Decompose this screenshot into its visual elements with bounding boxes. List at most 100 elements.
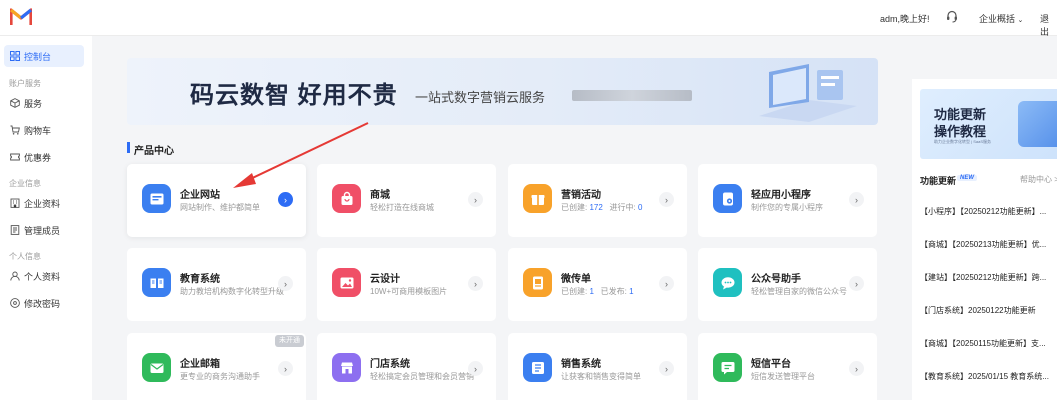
website-icon — [142, 184, 171, 213]
document-icon — [10, 225, 20, 235]
sidebar-item-services[interactable]: 服务 — [4, 92, 84, 114]
card-arrow-button[interactable]: › — [468, 276, 483, 291]
sidebar: 控制台 账户服务 服务 购物车 优惠券 企业信息 企业资料 管理成员 个人信息 … — [0, 36, 92, 400]
list-icon — [523, 353, 552, 382]
sidebar-item-cart[interactable]: 购物车 — [4, 119, 84, 141]
product-center-title: 产品中心 — [134, 146, 174, 157]
card-description: 更专业的商务沟通助手 — [180, 372, 260, 381]
card-description: 制作您的专属小程序 — [751, 203, 823, 212]
product-card-enterprise-mail[interactable]: 未开通 企业邮箱 更专业的商务沟通助手 › — [127, 333, 306, 400]
sidebar-section-account: 账户服务 — [9, 79, 41, 88]
card-title: 营销活动 — [561, 190, 601, 201]
mail-icon — [142, 353, 171, 382]
card-description: 10W+可商用模板图片 — [370, 287, 448, 296]
product-card-marketing[interactable]: 营销活动 已创建: 172 进行中: 0 › — [508, 164, 687, 237]
update-item[interactable]: 【建站】【20250212功能更新】跨... — [920, 272, 1057, 283]
sidebar-item-dashboard[interactable]: 控制台 — [4, 45, 84, 67]
card-arrow-button[interactable]: › — [278, 361, 293, 376]
update-item[interactable]: 【商城】【20250115功能更新】支... — [920, 338, 1057, 349]
card-description: 轻松搞定会员管理和会员营销 — [370, 372, 474, 381]
banner-subline: 一站式数字营销云服务 — [415, 90, 546, 105]
card-title: 微传单 — [561, 274, 591, 285]
card-arrow-button[interactable]: › — [278, 276, 293, 291]
sidebar-item-label: 企业资料 — [24, 198, 61, 209]
card-arrow-button[interactable]: › — [849, 276, 864, 291]
product-card-website[interactable]: 企业网站 网站制作、维护都简单 › — [127, 164, 306, 237]
store-icon — [332, 353, 361, 382]
lock-circle-icon — [10, 298, 20, 308]
sidebar-item-label: 购物车 — [24, 125, 52, 136]
update-item[interactable]: 【门店系统】20250122功能更新 — [920, 305, 1057, 316]
sidebar-item-enterprise-profile[interactable]: 企业资料 — [4, 192, 84, 214]
updates-heading: 功能更新 — [920, 176, 957, 186]
card-description: 网站制作、维护都简单 — [180, 203, 260, 212]
sms-icon — [713, 353, 742, 382]
update-item[interactable]: 【教育系统】2025/01/15 教育系统... — [920, 371, 1057, 382]
product-card-mini-program[interactable]: 轻应用小程序 制作您的专属小程序 › — [698, 164, 877, 237]
product-card-sms-platform[interactable]: 短信平台 短信发送管理平台 › — [698, 333, 877, 400]
sidebar-item-label: 控制台 — [24, 51, 52, 62]
section-accent-bar — [127, 142, 130, 153]
card-arrow-button[interactable]: › — [849, 361, 864, 376]
enterprise-overview-menu[interactable]: 企业概括 ⌄ — [979, 12, 1023, 25]
published-label: 已发布: — [600, 287, 627, 296]
promo-small-text: 助力企业数字化转型 | SaaS服务 — [934, 139, 992, 144]
top-bar: adm,晚上好! 企业概括 ⌄ 退出 — [0, 0, 1057, 38]
new-badge: NEW — [957, 175, 977, 181]
sidebar-item-label: 服务 — [24, 98, 43, 109]
promo-title-2: 操作教程 — [934, 124, 987, 139]
card-arrow-button[interactable]: › — [849, 192, 864, 207]
flyer-icon — [523, 268, 552, 297]
tutorial-illustration-icon — [1018, 101, 1057, 147]
product-card-mall[interactable]: 商城 轻松打造在线商城 › — [317, 164, 496, 237]
headset-icon[interactable] — [946, 10, 958, 23]
update-item[interactable]: 【商城】【20250213功能更新】优... — [920, 239, 1057, 250]
help-center-link[interactable]: 帮助中心 > — [1020, 174, 1057, 185]
product-card-store-system[interactable]: 门店系统 轻松搞定会员管理和会员营销 › — [317, 333, 496, 400]
product-card-flyer[interactable]: 微传单 已创建: 1 已发布: 1 › — [508, 248, 687, 321]
running-count: 0 — [637, 203, 643, 212]
sidebar-item-personal-profile[interactable]: 个人资料 — [4, 265, 84, 287]
coupon-icon — [10, 153, 20, 161]
logout-link[interactable]: 退出 — [1040, 12, 1057, 38]
sidebar-item-label: 优惠券 — [24, 152, 52, 163]
product-card-sales-system[interactable]: 销售系统 让获客和销售变得简单 › — [508, 333, 687, 400]
sidebar-item-label: 个人资料 — [24, 271, 61, 282]
mini-program-icon — [713, 184, 742, 213]
brand-logo-icon[interactable] — [10, 8, 32, 26]
card-title: 企业邮箱 — [180, 359, 220, 370]
tutorial-promo-banner[interactable]: 功能更新 操作教程 助力企业数字化转型 | SaaS服务 — [920, 89, 1057, 159]
card-arrow-button[interactable]: › — [278, 192, 293, 207]
product-card-education[interactable]: 教育系统 助力教培机构数字化转型升级 › — [127, 248, 306, 321]
card-arrow-button[interactable]: › — [659, 192, 674, 207]
update-item[interactable]: 【小程序】【20250212功能更新】... — [920, 206, 1057, 217]
created-count: 172 — [589, 203, 603, 212]
promo-banner[interactable]: 码云数智 好用不贵 一站式数字营销云服务 — [127, 58, 878, 125]
card-arrow-button[interactable]: › — [468, 192, 483, 207]
card-description: 轻松管理自家的微信公众号 — [751, 287, 847, 296]
product-card-wechat-assistant[interactable]: 公众号助手 轻松管理自家的微信公众号 › — [698, 248, 877, 321]
chevron-down-icon: ⌄ — [1017, 17, 1024, 24]
shopping-bag-icon — [332, 184, 361, 213]
card-arrow-button[interactable]: › — [468, 361, 483, 376]
cube-icon — [10, 98, 20, 108]
card-title: 云设计 — [370, 274, 400, 285]
card-arrow-button[interactable]: › — [659, 276, 674, 291]
sidebar-section-personal: 个人信息 — [9, 252, 41, 261]
sidebar-item-change-password[interactable]: 修改密码 — [4, 292, 84, 314]
gift-icon — [523, 184, 552, 213]
building-icon — [10, 198, 20, 208]
banner-blurred-text — [572, 90, 692, 101]
card-description: 让获客和销售变得简单 — [561, 372, 641, 381]
card-title: 销售系统 — [561, 359, 601, 370]
user-greeting: adm,晚上好! — [880, 14, 930, 24]
card-stats: 已创建: 172 进行中: 0 — [561, 202, 642, 213]
sidebar-item-coupons[interactable]: 优惠券 — [4, 146, 84, 168]
created-label: 已创建: — [561, 287, 588, 296]
published-count: 1 — [629, 287, 634, 296]
product-card-cloud-design[interactable]: 云设计 10W+可商用模板图片 › — [317, 248, 496, 321]
sidebar-item-members[interactable]: 管理成员 — [4, 219, 84, 241]
right-panel: 功能更新 操作教程 助力企业数字化转型 | SaaS服务 功能更新 NEW 帮助… — [912, 79, 1057, 400]
card-title: 企业网站 — [180, 190, 220, 201]
card-arrow-button[interactable]: › — [659, 361, 674, 376]
